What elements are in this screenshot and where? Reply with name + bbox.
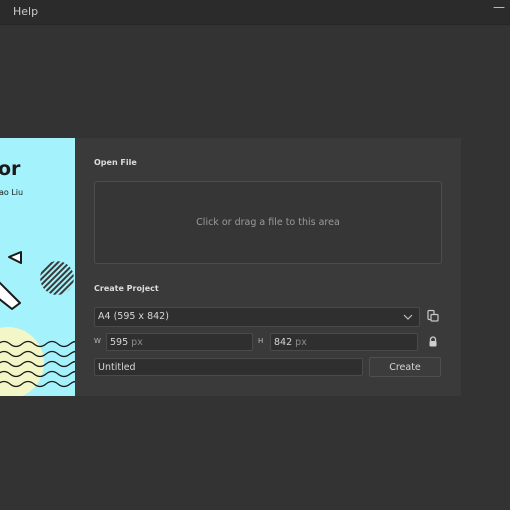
splash-illustration: [0, 251, 75, 396]
splash-panel: or ao Liu: [0, 138, 75, 396]
play-triangle-shape: [8, 251, 22, 264]
create-button[interactable]: Create: [369, 357, 441, 377]
project-name-value: Untitled: [98, 362, 136, 373]
height-value: 842: [274, 337, 293, 348]
page-size-select[interactable]: A4 (595 x 842): [94, 307, 420, 327]
project-name-input[interactable]: Untitled: [94, 358, 363, 376]
lock-icon[interactable]: [425, 334, 441, 350]
project-panel: Open File Click or drag a file to this a…: [75, 138, 461, 396]
file-dropzone[interactable]: Click or drag a file to this area: [94, 181, 442, 264]
width-input[interactable]: 595 px: [106, 333, 253, 351]
chevron-shape: [0, 281, 21, 310]
width-label: W: [94, 337, 101, 345]
height-input[interactable]: 842 px: [270, 333, 418, 351]
striped-circle-shape: [40, 261, 74, 295]
create-button-label: Create: [389, 361, 421, 373]
menu-bar: Help —: [0, 0, 510, 25]
minimize-icon[interactable]: —: [493, 1, 505, 13]
height-label: H: [258, 337, 264, 345]
height-unit: px: [295, 337, 307, 348]
dropzone-text: Click or drag a file to this area: [196, 217, 340, 228]
width-unit: px: [131, 337, 143, 348]
width-value: 595: [110, 337, 129, 348]
create-project-title: Create Project: [94, 284, 159, 293]
chevron-down-icon: [403, 308, 413, 333]
page-size-value: A4 (595 x 842): [98, 311, 169, 322]
swap-orientation-icon[interactable]: [425, 308, 441, 324]
open-file-title: Open File: [94, 158, 137, 167]
menu-help[interactable]: Help: [13, 5, 38, 18]
start-dialog: or ao Liu Open File Click or drag a file…: [0, 138, 461, 396]
